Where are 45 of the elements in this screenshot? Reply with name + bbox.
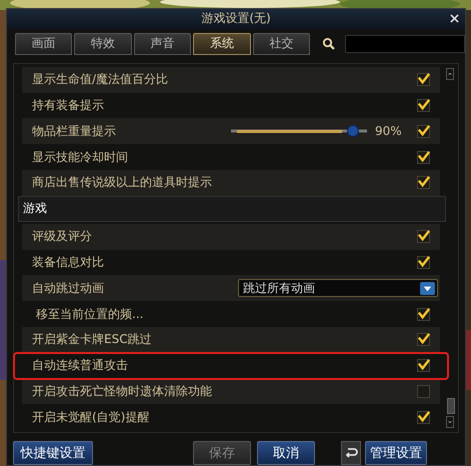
checkbox[interactable] (417, 308, 430, 321)
option-label: 开启紫金卡牌ESC跳过 (32, 331, 153, 348)
button[interactable]: 取消 (257, 441, 315, 465)
checkbox[interactable] (417, 256, 430, 270)
checkbox[interactable] (417, 359, 430, 372)
option-label: 开启未觉醒(自觉)提醒 (32, 408, 150, 426)
option-label: 自动跳过动画 (32, 280, 105, 297)
scroll-up-icon[interactable] (446, 68, 454, 80)
option-label: 装备信息对比 (32, 254, 105, 272)
tab[interactable]: 社交 (252, 32, 310, 55)
option-label: 物品栏重量提示 (32, 122, 117, 140)
tab[interactable]: 画面 (15, 32, 72, 55)
section-header: 游戏 (18, 196, 446, 222)
checkbox[interactable] (417, 230, 430, 244)
checkbox[interactable] (417, 410, 430, 424)
tab[interactable]: 系统 (193, 32, 251, 55)
window-title: 游戏设置(无) (201, 10, 271, 28)
checkbox[interactable] (417, 99, 430, 112)
tab[interactable]: 声音 (134, 32, 192, 55)
scroll-down-icon[interactable] (446, 416, 454, 428)
option-label: 显示技能冷却时间 (32, 148, 129, 166)
option-label: 持有装备提示 (32, 97, 105, 114)
option-label: 评级及评分 (32, 228, 93, 246)
checkbox[interactable] (417, 150, 430, 164)
option-label: 商店出售传说级以上的道具时提示 (32, 174, 213, 192)
button[interactable]: 管理设置 (365, 441, 427, 465)
checkbox[interactable] (417, 176, 430, 190)
checkbox[interactable] (417, 385, 430, 398)
search-field[interactable] (344, 34, 465, 53)
scrollbar-thumb[interactable] (447, 398, 455, 414)
tab[interactable]: 特效 (74, 32, 132, 55)
undo-button[interactable] (341, 441, 361, 465)
checkbox[interactable] (417, 124, 430, 138)
option-label: 自动连续普通攻击 (32, 357, 129, 374)
option-label: 移至当前位置的频... (35, 306, 144, 323)
undo-icon (344, 446, 358, 460)
checkbox[interactable] (417, 73, 430, 86)
close-icon[interactable] (450, 14, 459, 23)
dropdown[interactable]: 跳过所有动画 (238, 279, 438, 298)
slider-value: 90% (375, 124, 403, 138)
button[interactable]: 快捷键设置 (13, 441, 93, 465)
search-icon[interactable] (322, 37, 335, 50)
option-label: 显示生命值/魔法值百分比 (32, 71, 170, 88)
option-label: 开启攻击死亡怪物时遗体清除功能 (32, 383, 213, 400)
checkbox[interactable] (417, 333, 430, 346)
